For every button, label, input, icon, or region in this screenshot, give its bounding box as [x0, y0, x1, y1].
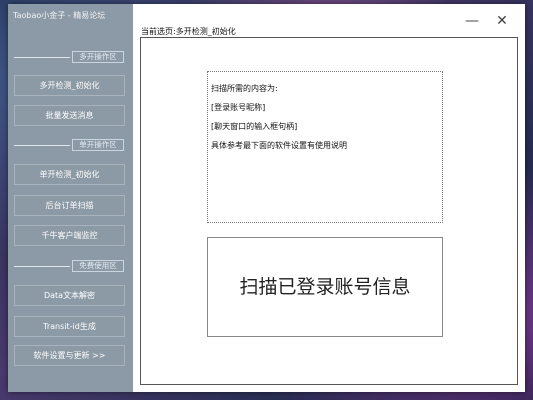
app-title: Taobao小金子 - 精易论坛 — [13, 11, 106, 20]
sidebar: Taobao小金子 - 精易论坛 多开操作区 多开检测_初始化 批量发送消息 单… — [8, 4, 133, 392]
section-multi-open: 多开操作区 — [14, 51, 127, 63]
section-label: 多开操作区 — [72, 51, 124, 63]
info-line: 具体参考最下面的软件设置有使用说明 — [211, 141, 347, 150]
section-divider — [14, 57, 70, 58]
section-free-use: 免费使用区 — [14, 260, 127, 272]
main-content: — ✕ 当前选页:多开检测_初始化 扫描所需的内容为: [登录账号昵称] [聊天… — [133, 4, 525, 392]
info-line: [登录账号昵称] — [211, 103, 266, 112]
app-window: Taobao小金子 - 精易论坛 多开操作区 多开检测_初始化 批量发送消息 单… — [8, 4, 525, 392]
transit-id-button[interactable]: Transit-id生成 — [14, 316, 125, 337]
current-page-label: 当前选页:多开检测_初始化 — [141, 27, 236, 36]
data-decrypt-button[interactable]: Data文本解密 — [14, 285, 125, 306]
info-line: 扫描所需的内容为: — [211, 84, 278, 93]
content-panel: 扫描所需的内容为: [登录账号昵称] [聊天窗口的输入框句柄] 具体参考最下面的… — [140, 37, 518, 385]
section-label: 免费使用区 — [72, 260, 124, 272]
scan-info-box: 扫描所需的内容为: [登录账号昵称] [聊天窗口的输入框句柄] 具体参考最下面的… — [207, 71, 443, 223]
section-divider — [14, 145, 70, 146]
multi-detect-init-button[interactable]: 多开检测_初始化 — [14, 75, 125, 96]
scan-account-button[interactable]: 扫描已登录账号信息 — [207, 237, 443, 337]
qianniu-monitor-button[interactable]: 千牛客户端监控 — [14, 225, 125, 246]
info-line: [聊天窗口的输入框句柄] — [211, 122, 298, 131]
minimize-button[interactable]: — — [463, 12, 481, 30]
batch-send-message-button[interactable]: 批量发送消息 — [14, 105, 125, 126]
section-divider — [14, 266, 70, 267]
section-label: 单开操作区 — [72, 139, 124, 151]
single-detect-init-button[interactable]: 单开检测_初始化 — [14, 164, 125, 185]
section-single-open: 单开操作区 — [14, 139, 127, 151]
close-button[interactable]: ✕ — [493, 12, 511, 30]
settings-update-button[interactable]: 软件设置与更新 >> — [14, 345, 125, 366]
order-scan-button[interactable]: 后台订单扫描 — [14, 195, 125, 216]
